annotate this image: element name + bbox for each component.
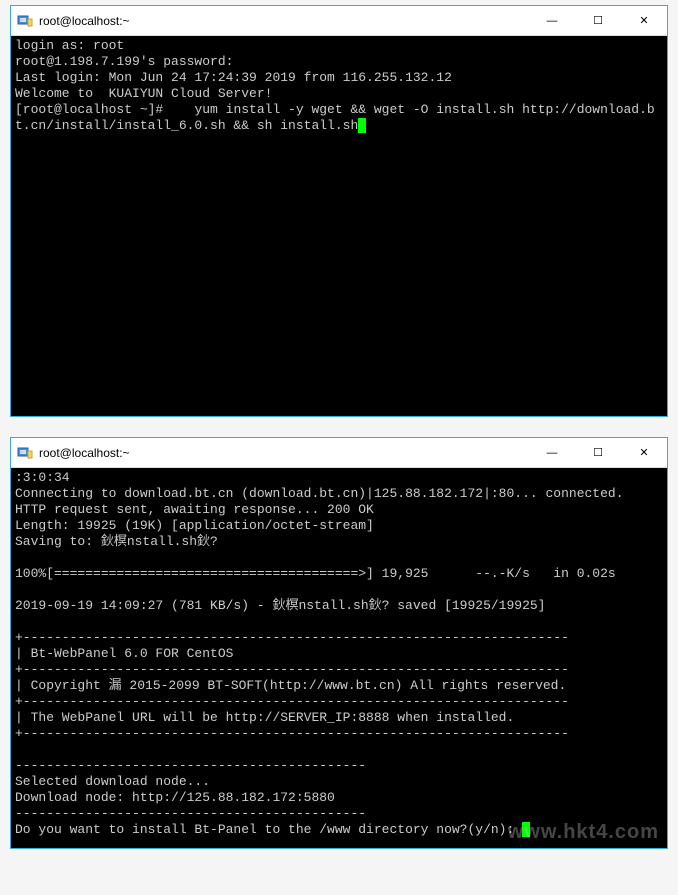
terminal-line: Connecting to download.bt.cn (download.b… xyxy=(15,486,624,501)
maximize-button[interactable]: ☐ xyxy=(575,6,621,35)
window-controls: — ☐ ✕ xyxy=(529,438,667,467)
window-title: root@localhost:~ xyxy=(39,446,529,460)
maximize-button[interactable]: ☐ xyxy=(575,438,621,467)
terminal-line: HTTP request sent, awaiting response... … xyxy=(15,502,374,517)
cursor-icon xyxy=(358,118,366,133)
terminal-prompt: Do you want to install Bt-Panel to the /… xyxy=(15,822,522,837)
putty-icon xyxy=(17,445,33,461)
minimize-button[interactable]: — xyxy=(529,6,575,35)
terminal-line: Download node: http://125.88.182.172:588… xyxy=(15,790,335,805)
terminal-line: +---------------------------------------… xyxy=(15,662,569,677)
terminal-line: root@1.198.7.199's password: xyxy=(15,54,233,69)
close-button[interactable]: ✕ xyxy=(621,438,667,467)
window-controls: — ☐ ✕ xyxy=(529,6,667,35)
terminal-line: | Bt-WebPanel 6.0 FOR CentOS xyxy=(15,646,233,661)
terminal-output[interactable]: :3:0:34 Connecting to download.bt.cn (do… xyxy=(11,468,667,848)
resize-handle[interactable] xyxy=(653,402,667,416)
terminal-line: Length: 19925 (19K) [application/octet-s… xyxy=(15,518,374,533)
terminal-line: 2019-09-19 14:09:27 (781 KB/s) - 鈥榠nstal… xyxy=(15,598,545,613)
titlebar[interactable]: root@localhost:~ — ☐ ✕ xyxy=(11,438,667,468)
terminal-prompt: [root@localhost ~]# xyxy=(15,102,163,117)
window-title: root@localhost:~ xyxy=(39,14,529,28)
terminal-line xyxy=(15,742,23,757)
terminal-line: Saving to: 鈥榠nstall.sh鈥? xyxy=(15,534,218,549)
terminal-line xyxy=(15,582,23,597)
terminal-window-1: root@localhost:~ — ☐ ✕ login as: root ro… xyxy=(10,5,668,417)
terminal-line: +---------------------------------------… xyxy=(15,726,569,741)
terminal-line: ----------------------------------------… xyxy=(15,758,366,773)
terminal-line: | Copyright 漏 2015-2099 BT-SOFT(http://w… xyxy=(15,678,566,693)
terminal-line: Selected download node... xyxy=(15,774,210,789)
cursor-icon xyxy=(522,822,530,837)
minimize-button[interactable]: — xyxy=(529,438,575,467)
titlebar[interactable]: root@localhost:~ — ☐ ✕ xyxy=(11,6,667,36)
terminal-line: login as: root xyxy=(15,38,124,53)
terminal-line: +---------------------------------------… xyxy=(15,694,569,709)
terminal-output[interactable]: login as: root root@1.198.7.199's passwo… xyxy=(11,36,667,416)
putty-icon xyxy=(17,13,33,29)
terminal-line: Welcome to KUAIYUN Cloud Server! xyxy=(15,86,272,101)
close-button[interactable]: ✕ xyxy=(621,6,667,35)
terminal-line xyxy=(15,614,23,629)
resize-handle[interactable] xyxy=(653,834,667,848)
terminal-line: 100%[===================================… xyxy=(15,566,616,581)
terminal-line: | The WebPanel URL will be http://SERVER… xyxy=(15,710,514,725)
terminal-window-2: root@localhost:~ — ☐ ✕ :3:0:34 Connectin… xyxy=(10,437,668,849)
terminal-line xyxy=(15,550,23,565)
terminal-line: Last login: Mon Jun 24 17:24:39 2019 fro… xyxy=(15,70,452,85)
terminal-line: +---------------------------------------… xyxy=(15,630,569,645)
terminal-line: ----------------------------------------… xyxy=(15,806,366,821)
terminal-line: :3:0:34 xyxy=(15,470,70,485)
